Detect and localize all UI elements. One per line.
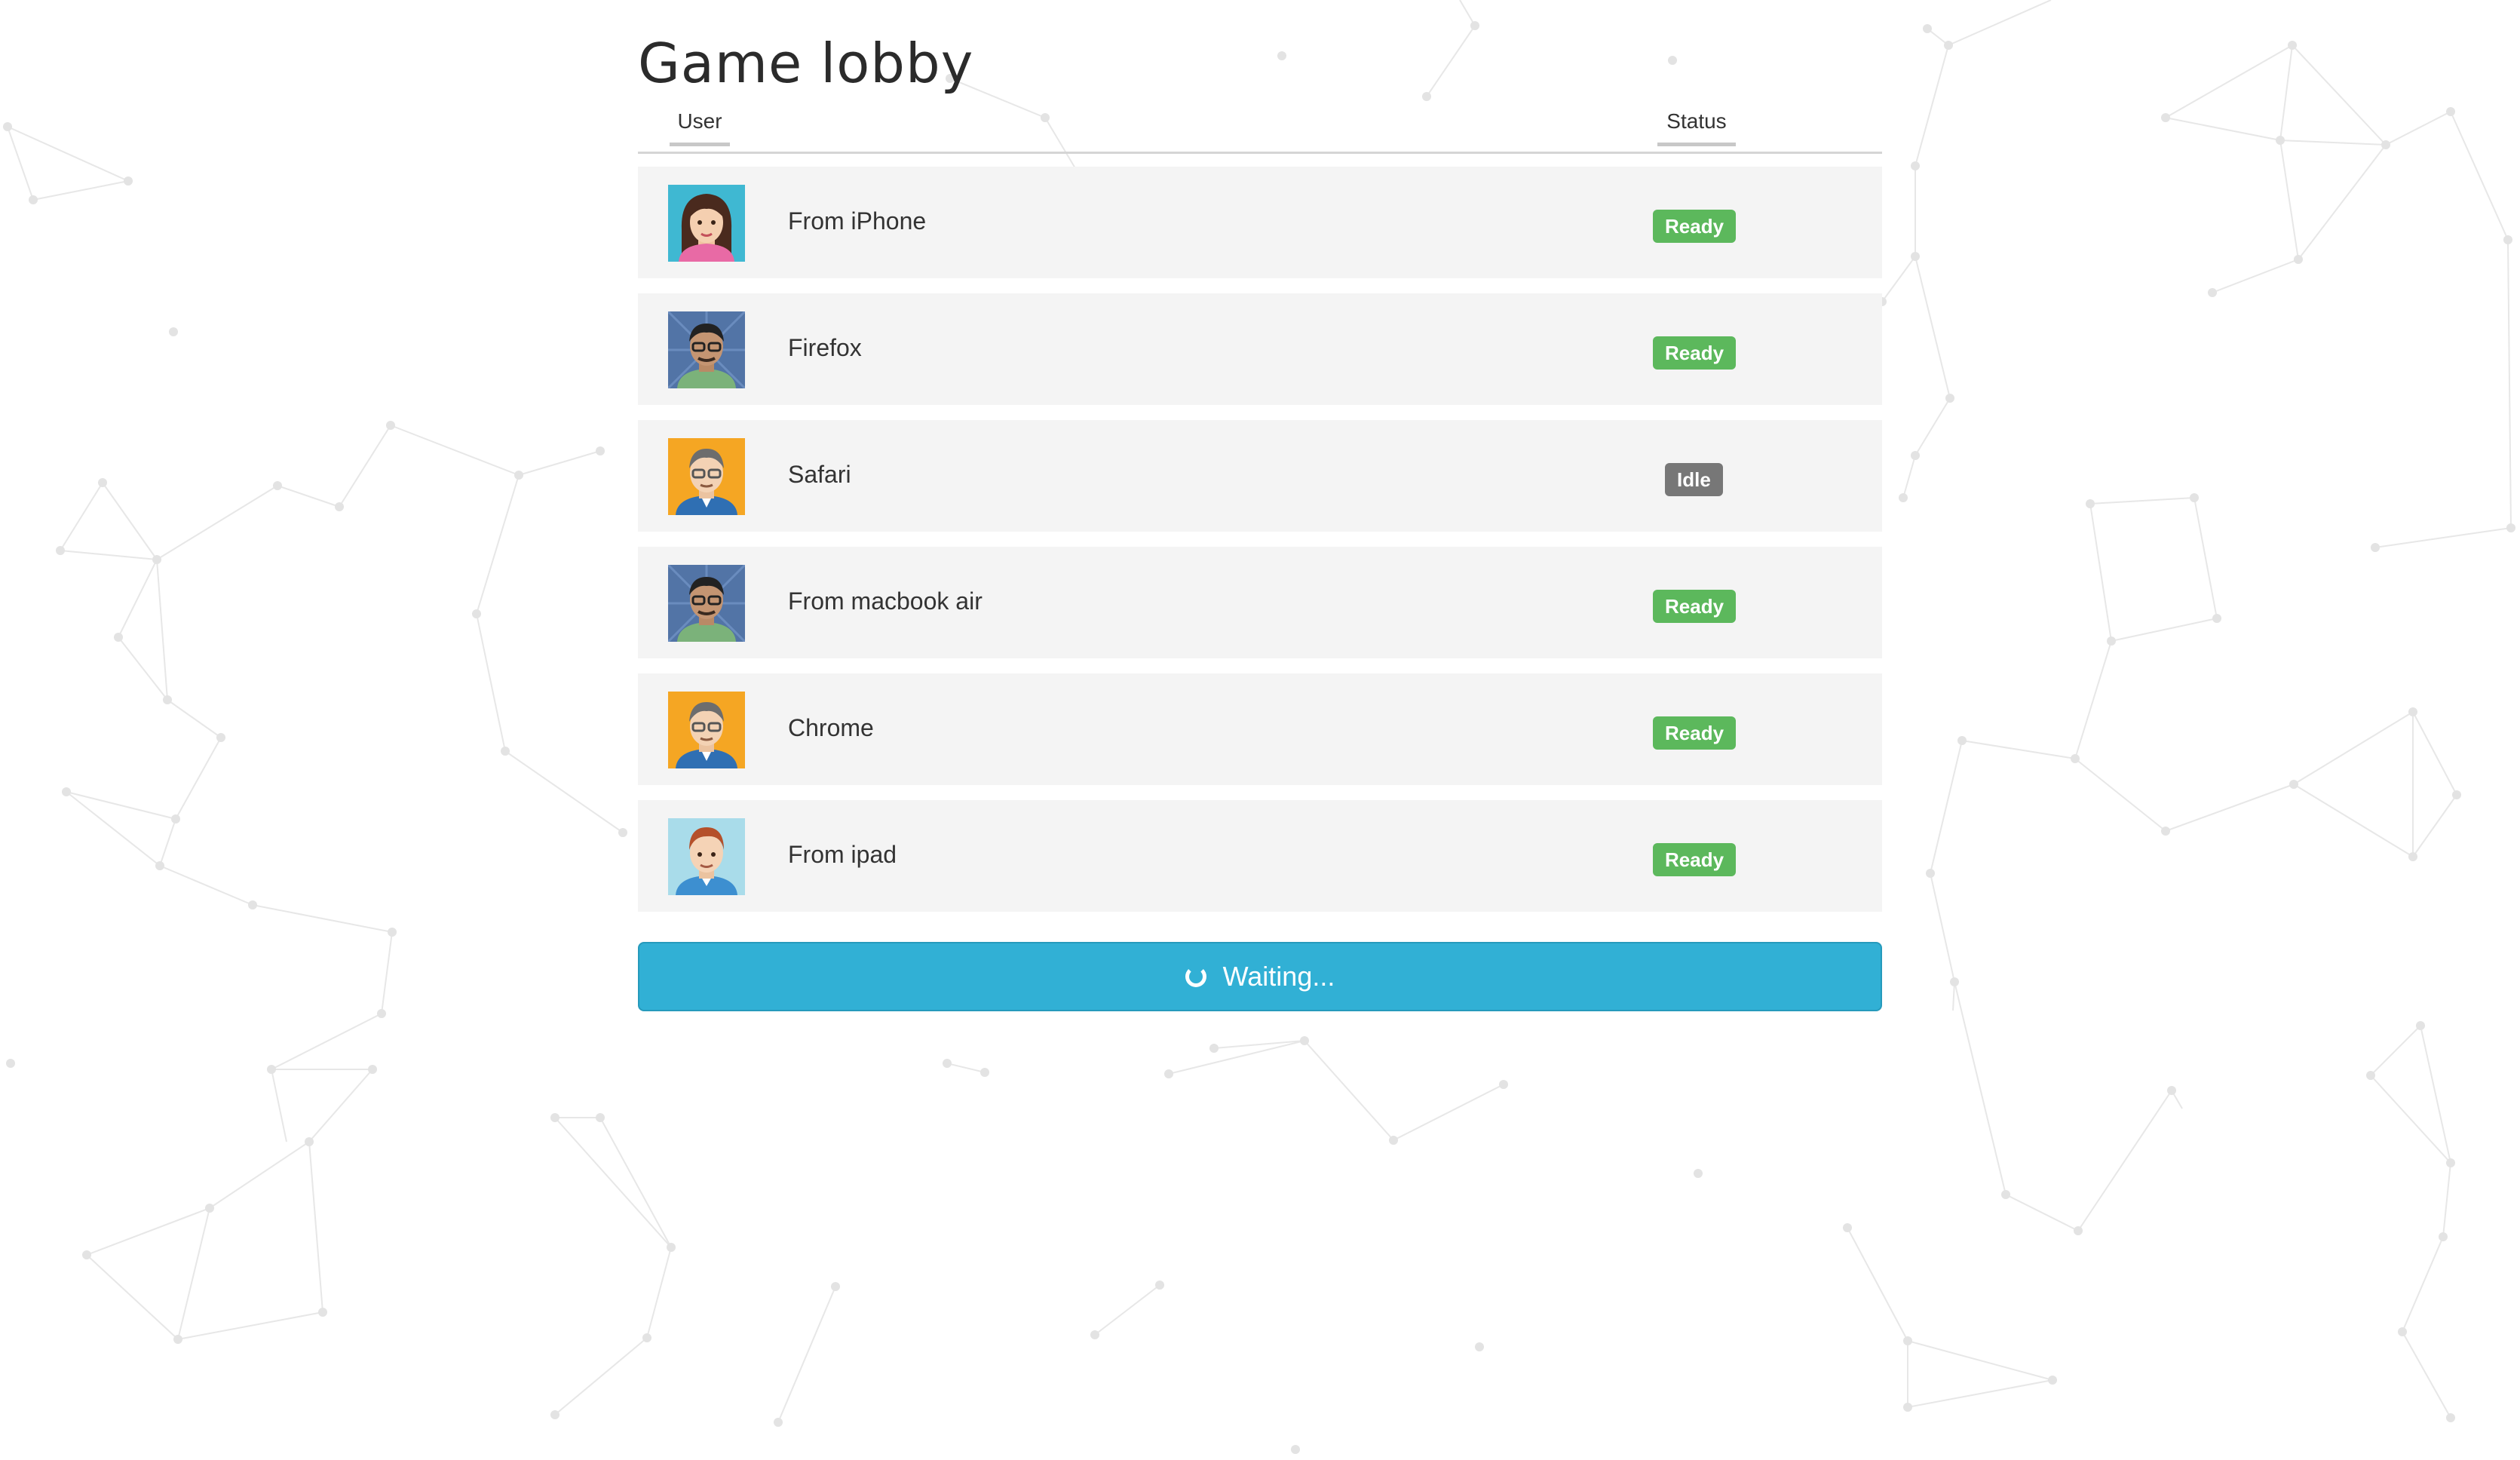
table-row: Safari Idle — [638, 420, 1882, 532]
man-glasses-avatar-icon — [668, 438, 745, 515]
status-badge: Idle — [1665, 463, 1723, 496]
player-list: From iPhone Ready Firefox Ready Safari I… — [638, 167, 1882, 927]
man-dark-glasses-avatar-icon — [668, 565, 745, 642]
status-badge: Ready — [1653, 210, 1737, 243]
user-name: From ipad — [788, 841, 897, 868]
column-header-status[interactable]: Status — [1657, 109, 1736, 146]
user-name: Safari — [788, 461, 851, 488]
page-title: Game lobby — [638, 32, 974, 95]
man-red-hair-avatar-icon — [668, 818, 745, 895]
table-row: From ipad Ready — [638, 800, 1882, 912]
table-row: From iPhone Ready — [638, 167, 1882, 278]
spinner-icon — [1185, 966, 1206, 987]
user-name: From iPhone — [788, 207, 927, 235]
man-dark-glasses-avatar-icon — [668, 311, 745, 388]
man-glasses-avatar-icon — [668, 692, 745, 768]
waiting-button-label: Waiting... — [1222, 961, 1335, 992]
table-row: From macbook air Ready — [638, 547, 1882, 658]
user-name: Chrome — [788, 714, 874, 741]
status-badge: Ready — [1653, 336, 1737, 370]
column-header-user[interactable]: User — [670, 109, 730, 146]
woman-avatar-icon — [668, 185, 745, 262]
waiting-button[interactable]: Waiting... — [638, 942, 1882, 1011]
table-row: Chrome Ready — [638, 673, 1882, 785]
user-name: From macbook air — [788, 587, 983, 615]
status-badge: Ready — [1653, 716, 1737, 750]
user-name: Firefox — [788, 334, 862, 361]
table-row: Firefox Ready — [638, 293, 1882, 405]
table-header: User Status — [638, 109, 1882, 154]
status-badge: Ready — [1653, 843, 1737, 876]
status-badge: Ready — [1653, 590, 1737, 623]
